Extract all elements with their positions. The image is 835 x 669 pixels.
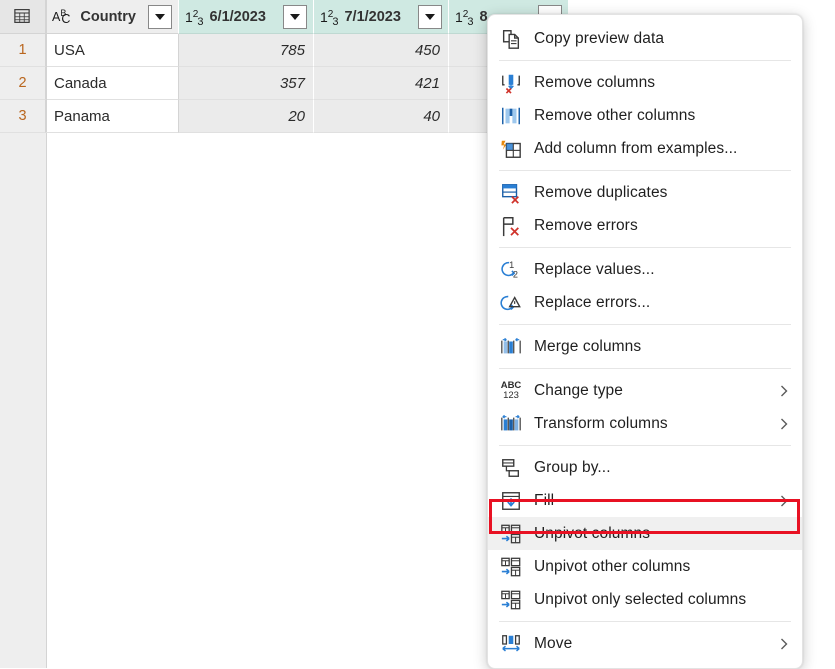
table-icon <box>12 7 34 26</box>
menu-separator <box>499 324 791 325</box>
menu-item-label: Fill <box>534 492 554 510</box>
menu-item-label: Copy preview data <box>534 30 664 48</box>
submenu-chevron-icon <box>776 636 792 652</box>
menu-separator <box>499 445 791 446</box>
menu-item-label: Unpivot columns <box>534 525 650 543</box>
column-header-2[interactable]: 123 6/1/2023 <box>179 0 314 34</box>
cell-col2[interactable]: 785 <box>179 34 314 67</box>
menu-item-label: Group by... <box>534 459 611 477</box>
column-filter-button[interactable] <box>148 5 172 29</box>
number-type-icon: 123 <box>185 10 204 25</box>
fill-icon <box>496 488 526 514</box>
menu-item-label: Add column from examples... <box>534 140 737 158</box>
add-column-from-examples-icon <box>496 136 526 162</box>
menu-item-copy-preview-data[interactable]: Copy preview data <box>488 22 802 55</box>
cell-country[interactable]: Panama <box>46 100 179 133</box>
submenu-chevron-icon <box>776 416 792 432</box>
menu-item-label: Move <box>534 635 572 653</box>
unpivot-icon <box>496 587 526 613</box>
menu-item-unpivot-columns[interactable]: Unpivot columns <box>488 517 802 550</box>
cell-country[interactable]: Canada <box>46 67 179 100</box>
move-icon <box>496 631 526 657</box>
menu-item-label: Remove errors <box>534 217 638 235</box>
row-number: 2 <box>0 67 46 100</box>
cell-col3[interactable]: 421 <box>314 67 449 100</box>
menu-item-label: Remove duplicates <box>534 184 668 202</box>
row-number: 3 <box>0 100 46 133</box>
remove-errors-icon <box>496 213 526 239</box>
replace-values-icon: 12 <box>496 257 526 283</box>
menu-item-unpivot-other-columns[interactable]: Unpivot other columns <box>488 550 802 583</box>
menu-item-merge-columns[interactable]: Merge columns <box>488 330 802 363</box>
column-header-3[interactable]: 123 7/1/2023 <box>314 0 449 34</box>
menu-item-label: Unpivot other columns <box>534 558 690 576</box>
merge-columns-icon <box>496 334 526 360</box>
column-filter-button[interactable] <box>418 5 442 29</box>
cell-col3[interactable]: 450 <box>314 34 449 67</box>
menu-item-add-column-from-examples[interactable]: Add column from examples... <box>488 132 802 165</box>
column-header-label: 7/1/2023 <box>344 9 400 25</box>
menu-item-remove-columns[interactable]: Remove columns <box>488 66 802 99</box>
abc-text-type-icon: ABC <box>52 11 75 24</box>
menu-item-transform-columns[interactable]: Transform columns <box>488 407 802 440</box>
menu-item-remove-duplicates[interactable]: Remove duplicates <box>488 176 802 209</box>
menu-separator <box>499 368 791 369</box>
menu-item-unpivot-only-selected-columns[interactable]: Unpivot only selected columns <box>488 583 802 616</box>
transform-columns-icon <box>496 411 526 437</box>
menu-item-remove-other-columns[interactable]: Remove other columns <box>488 99 802 132</box>
unpivot-icon <box>496 521 526 547</box>
menu-item-label: Unpivot only selected columns <box>534 591 746 609</box>
menu-item-label: Transform columns <box>534 415 668 433</box>
menu-item-label: Remove other columns <box>534 107 695 125</box>
menu-item-replace-errors[interactable]: Replace errors... <box>488 286 802 319</box>
menu-separator <box>499 170 791 171</box>
number-type-icon: 123 <box>320 10 339 25</box>
menu-separator <box>499 60 791 61</box>
menu-item-label: Remove columns <box>534 74 655 92</box>
remove-columns-icon <box>496 70 526 96</box>
cell-col2[interactable]: 20 <box>179 100 314 133</box>
column-header-label: 6/1/2023 <box>209 9 265 25</box>
select-all-cell[interactable] <box>0 0 46 34</box>
menu-item-change-type[interactable]: ABC123 Change type <box>488 374 802 407</box>
chevron-down-icon <box>155 14 165 20</box>
copy-icon <box>496 26 526 52</box>
menu-item-move[interactable]: Move <box>488 627 802 660</box>
menu-item-label: Replace errors... <box>534 294 650 312</box>
column-header-label: Country <box>80 9 136 25</box>
chevron-down-icon <box>290 14 300 20</box>
remove-other-columns-icon <box>496 103 526 129</box>
menu-item-label: Change type <box>534 382 623 400</box>
chevron-down-icon <box>425 14 435 20</box>
column-context-menu[interactable]: Copy preview data Remove columns Remove ot… <box>487 14 803 669</box>
replace-errors-icon <box>496 290 526 316</box>
change-type-icon: ABC123 <box>496 378 526 404</box>
column-filter-button[interactable] <box>283 5 307 29</box>
menu-item-remove-errors[interactable]: Remove errors <box>488 209 802 242</box>
cell-col2[interactable]: 357 <box>179 67 314 100</box>
cell-country[interactable]: USA <box>46 34 179 67</box>
menu-separator <box>499 621 791 622</box>
menu-item-group-by[interactable]: Group by... <box>488 451 802 484</box>
menu-item-fill[interactable]: Fill <box>488 484 802 517</box>
grid-vline <box>46 0 47 132</box>
unpivot-icon <box>496 554 526 580</box>
svg-text:2: 2 <box>513 269 518 279</box>
column-header-1[interactable]: ABC Country <box>46 0 179 34</box>
submenu-chevron-icon <box>776 493 792 509</box>
menu-separator <box>499 247 791 248</box>
menu-item-replace-values[interactable]: 12 Replace values... <box>488 253 802 286</box>
menu-item-label: Replace values... <box>534 261 655 279</box>
row-number: 1 <box>0 34 46 67</box>
group-by-icon <box>496 455 526 481</box>
remove-duplicates-icon <box>496 180 526 206</box>
cell-col3[interactable]: 40 <box>314 100 449 133</box>
submenu-chevron-icon <box>776 383 792 399</box>
number-type-icon: 123 <box>455 10 474 25</box>
menu-item-label: Merge columns <box>534 338 641 356</box>
